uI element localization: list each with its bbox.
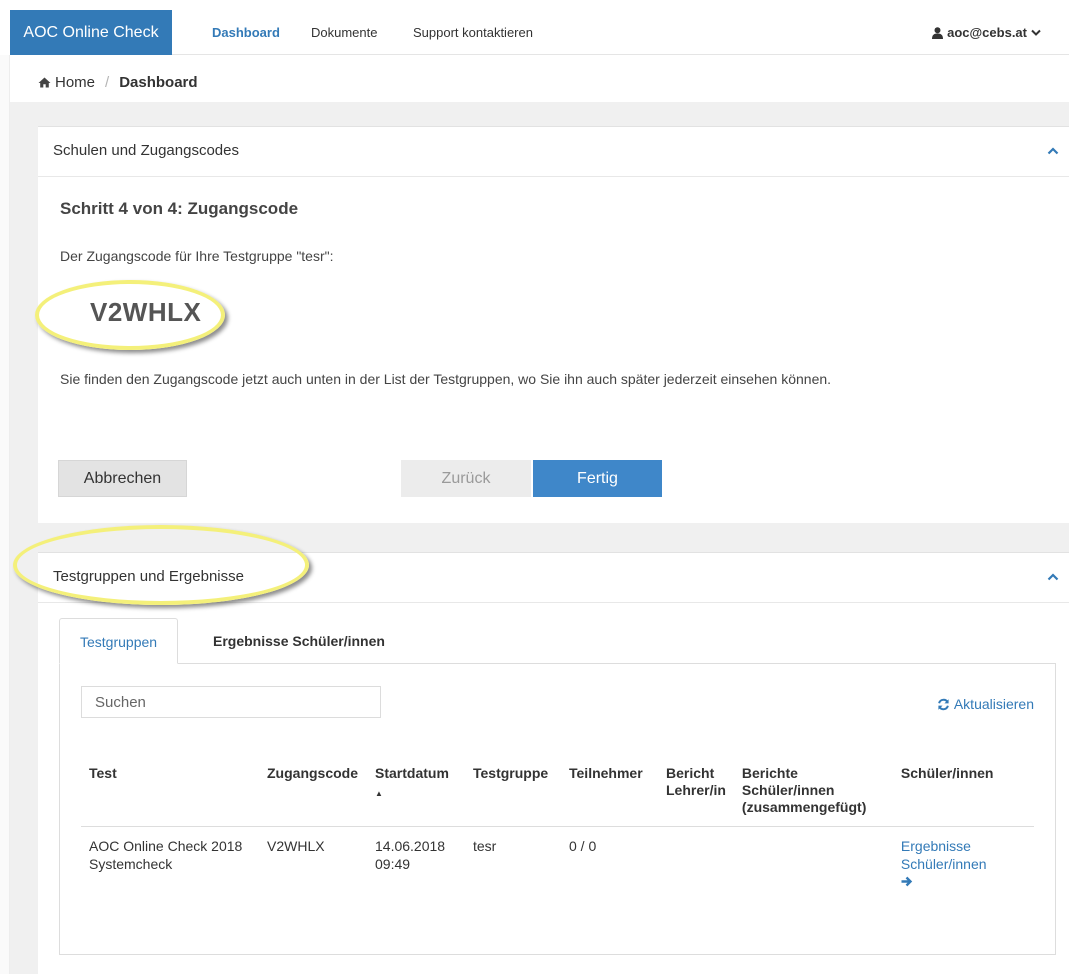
col-test[interactable]: Test [81, 756, 259, 827]
code-label: Der Zugangscode für Ihre Testgruppe "tes… [60, 248, 334, 264]
home-icon [38, 77, 51, 87]
results-link-line1: Ergebnisse [900, 838, 971, 854]
breadcrumb-home[interactable]: Home [55, 74, 95, 91]
table-header-row: Test Zugangscode Startdatum ▲ Testgruppe… [81, 756, 1034, 827]
nav-support[interactable]: Support kontaktieren [413, 10, 533, 55]
code-hint: Sie finden den Zugangscode jetzt auch un… [60, 371, 832, 387]
tab-bar: Testgruppen Ergebnisse Schüler/innen [59, 618, 1035, 664]
access-code: V2WHLX [90, 297, 202, 327]
user-icon [932, 26, 944, 39]
cell-date: 14.06.2018 [375, 838, 446, 854]
user-menu[interactable]: aoc@cebs.at [932, 10, 1041, 55]
groups-panel-header[interactable]: Testgruppen und Ergebnisse [38, 553, 1069, 603]
col-bericht-lehrer[interactable]: Bericht Lehrer/in [658, 756, 734, 827]
col-berichte-schueler[interactable]: Berichte Schüler/innen (zusammengefügt) [733, 756, 893, 827]
brand-logo[interactable]: AOC Online Check [10, 10, 172, 55]
col-berichte-schueler-line1: Berichte [741, 765, 798, 781]
cancel-button[interactable]: Abbrechen [58, 460, 187, 497]
tab-testgruppen[interactable]: Testgruppen [59, 618, 179, 664]
results-link[interactable]: Ergebnisse Schüler/innen [901, 838, 987, 890]
chevron-up-icon[interactable] [1047, 147, 1059, 155]
cell-participants: 0 / 0 [569, 838, 597, 854]
cell-time: 09:49 [375, 856, 411, 872]
tab-ergebnisse[interactable]: Ergebnisse Schüler/innen [193, 618, 405, 664]
cell-test-line2: Systemcheck [89, 856, 173, 872]
results-link-line2: Schüler/innen [900, 856, 987, 872]
cell-code: V2WHLX [267, 838, 325, 854]
arrow-right-icon [901, 876, 913, 887]
cell-start: 14.06.2018 09:49 [367, 827, 465, 902]
sort-asc-icon: ▲ [375, 789, 383, 798]
cell-test-line1: AOC Online Check 2018 [89, 838, 243, 854]
user-email: aoc@cebs.at [947, 25, 1027, 40]
tab-content: Aktualisieren Test Zugangscode Startdatu… [59, 663, 1056, 955]
chevron-down-icon [1031, 29, 1041, 36]
table-row: AOC Online Check 2018 Systemcheck V2WHLX… [81, 827, 1034, 902]
col-zugangscode[interactable]: Zugangscode [259, 756, 367, 827]
col-schueler[interactable]: Schüler/innen [892, 756, 1034, 827]
refresh-icon [937, 698, 949, 710]
wizard-panel: Schulen und Zugangscodes Schritt 4 von 4… [38, 126, 1069, 523]
cell-teacher-report [658, 827, 734, 902]
cell-results: Ergebnisse Schüler/innen [893, 827, 1034, 902]
col-bericht-lehrer-line2: Lehrer/in [666, 782, 726, 798]
step-title: Schritt 4 von 4: Zugangscode [60, 199, 299, 218]
col-testgruppe[interactable]: Testgruppe [465, 756, 561, 827]
cell-group: tesr [473, 838, 497, 854]
cell-test: AOC Online Check 2018 Systemcheck [81, 827, 259, 902]
col-berichte-schueler-line2: Schüler/innen [741, 782, 835, 798]
col-startdatum-label: Startdatum [375, 765, 449, 781]
nav-dokumente[interactable]: Dokumente [311, 10, 377, 55]
breadcrumb: Home / Dashboard [38, 72, 198, 92]
testgroups-table: Test Zugangscode Startdatum ▲ Testgruppe… [81, 756, 1034, 901]
refresh-button[interactable]: Aktualisieren [937, 696, 1034, 712]
col-startdatum[interactable]: Startdatum ▲ [367, 756, 465, 827]
done-button[interactable]: Fertig [533, 460, 662, 497]
chevron-up-icon[interactable] [1047, 573, 1059, 581]
breadcrumb-separator: / [105, 73, 110, 91]
col-bericht-lehrer-line1: Bericht [666, 765, 715, 781]
refresh-label: Aktualisieren [953, 696, 1034, 712]
breadcrumb-current: Dashboard [119, 73, 198, 91]
left-gutter [0, 55, 10, 974]
back-button[interactable]: Zurück [401, 460, 531, 497]
cell-student-reports [734, 827, 893, 902]
navbar: AOC Online Check Dashboard Dokumente Sup… [10, 10, 1069, 55]
col-berichte-schueler-line3: (zusammengefügt) [741, 799, 867, 815]
groups-panel: Testgruppen und Ergebnisse Testgruppen E… [38, 552, 1069, 974]
wizard-panel-title: Schulen und Zugangscodes [53, 142, 239, 159]
groups-panel-title: Testgruppen und Ergebnisse [53, 568, 244, 585]
search-input[interactable] [81, 686, 381, 718]
wizard-panel-header[interactable]: Schulen und Zugangscodes [38, 127, 1069, 177]
col-teilnehmer[interactable]: Teilnehmer [561, 756, 658, 827]
nav-dashboard[interactable]: Dashboard [212, 10, 280, 55]
